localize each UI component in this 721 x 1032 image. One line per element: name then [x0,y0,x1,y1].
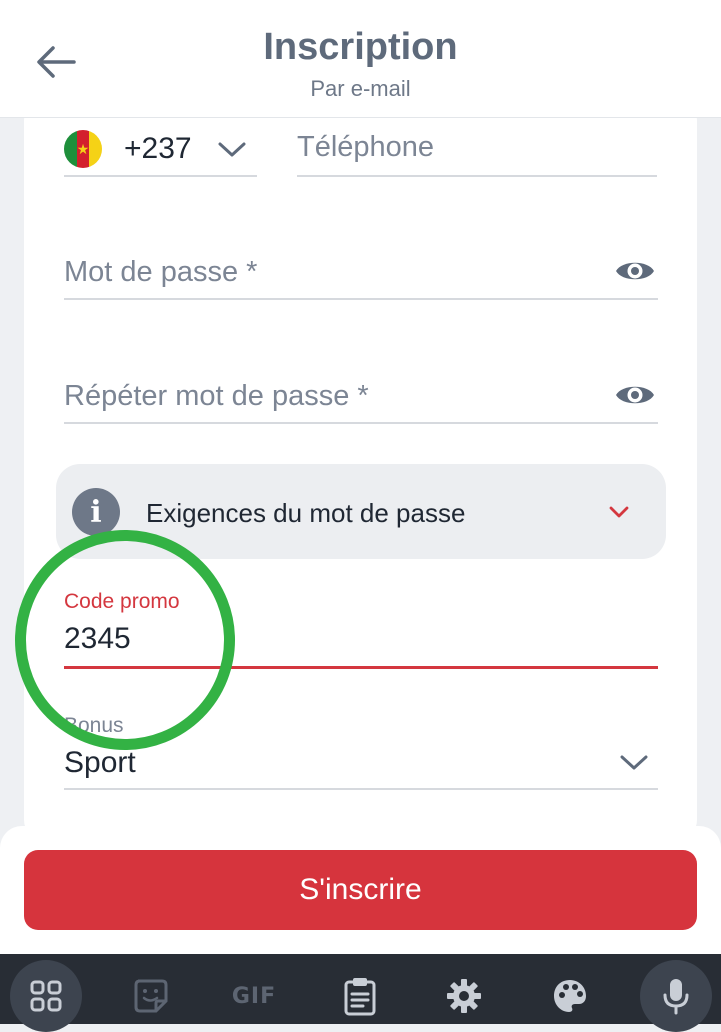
phone-input[interactable]: Téléphone [297,125,657,177]
bonus-select[interactable]: Bonus Sport [64,712,658,790]
submit-bar: S'inscrire [0,826,721,954]
clipboard-key[interactable] [324,960,396,1032]
app-header: Inscription Par e-mail [0,0,721,118]
voice-input-key[interactable] [640,960,712,1032]
chevron-down-icon [218,142,246,157]
gif-key[interactable]: GIF [218,960,290,1032]
gif-icon: GIF [231,983,277,1009]
chevron-down-icon [620,755,648,770]
apps-grid-icon [30,980,62,1012]
bonus-value: Sport [64,746,136,779]
info-icon: i [72,488,120,536]
eye-icon[interactable] [614,256,656,286]
eye-icon[interactable] [614,380,656,410]
phone-placeholder: Téléphone [297,131,435,163]
gear-icon [447,979,481,1013]
sticker-key[interactable] [115,960,187,1032]
settings-key[interactable] [428,960,500,1032]
cameroon-flag-icon: ★ [64,130,102,168]
promo-code-label: Code promo [64,590,180,613]
sticker-icon [134,979,168,1013]
page-title: Inscription [263,26,458,68]
password-requirements-label: Exigences du mot de passe [146,498,466,528]
chevron-down-icon [609,506,629,518]
theme-key[interactable] [534,960,606,1032]
clipboard-icon [344,978,376,1016]
apps-grid-key[interactable] [10,960,82,1032]
page-subtitle: Par e-mail [310,76,411,101]
bonus-label: Bonus [64,714,124,737]
promo-code-value: 2345 [64,622,131,655]
register-button[interactable]: S'inscrire [24,850,697,930]
keyboard-toolbar: GIF [0,954,721,1032]
password-requirements-toggle[interactable]: i Exigences du mot de passe [56,464,666,559]
dial-code: +237 [124,132,192,165]
repeat-password-placeholder: Répéter mot de passe * [64,380,369,412]
country-code-selector[interactable]: ★ +237 [64,125,257,177]
palette-icon [554,980,586,1012]
password-field[interactable]: Mot de passe * [64,248,658,300]
promo-code-field[interactable]: Code promo 2345 [64,586,658,669]
repeat-password-field[interactable]: Répéter mot de passe * [64,372,658,424]
password-placeholder: Mot de passe * [64,256,258,288]
microphone-icon [663,979,689,1015]
